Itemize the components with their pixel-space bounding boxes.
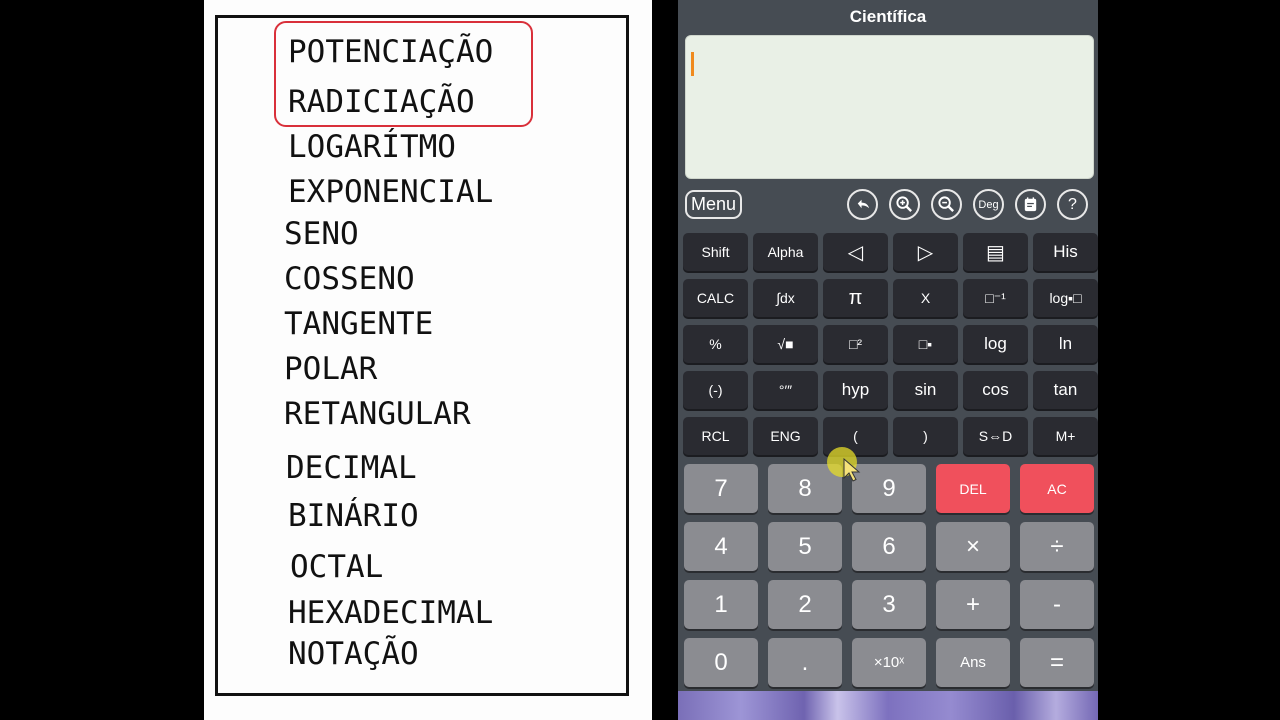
key-2-5[interactable]: ln [1033, 325, 1098, 363]
topic-seno: SENO [284, 216, 359, 252]
key-0-0[interactable]: 7 [684, 464, 758, 513]
topic-notacao: NOTAÇÃO [288, 636, 419, 672]
calculator-app: Científica Menu Deg ? Shift Alpha ◁ ▷ ▤ His CA… [678, 0, 1098, 720]
key-3-3[interactable]: Ans [936, 638, 1010, 687]
key-1-3[interactable]: × [936, 522, 1010, 571]
bottom-banner [678, 691, 1098, 720]
key-2-2[interactable]: □² [823, 325, 888, 363]
topic-potenciacao: POTENCIAÇÃO [288, 34, 494, 70]
topic-tangente: TANGENTE [284, 306, 434, 342]
key-4-4[interactable]: S⇔D [963, 417, 1028, 455]
key-4-1[interactable]: ENG [753, 417, 818, 455]
topic-binario: BINÁRIO [288, 498, 419, 534]
key-2-0[interactable]: % [683, 325, 748, 363]
key-del[interactable]: DEL [936, 464, 1010, 513]
menu-button[interactable]: Menu [685, 190, 742, 219]
key-3-0[interactable]: 0 [684, 638, 758, 687]
key-1-1[interactable]: 5 [768, 522, 842, 571]
key-1-5[interactable]: log▪□ [1033, 279, 1098, 317]
key-1-3[interactable]: X [893, 279, 958, 317]
topic-retangular: RETANGULAR [284, 396, 471, 432]
key-3-0[interactable]: (-) [683, 371, 748, 409]
key-2-1[interactable]: 2 [768, 580, 842, 629]
key-3-1[interactable]: °′″ [753, 371, 818, 409]
key-2-3[interactable]: □▪ [893, 325, 958, 363]
zoom-out-icon[interactable] [931, 189, 962, 220]
key-2-4[interactable]: - [1020, 580, 1094, 629]
key-1-2[interactable]: π [823, 279, 888, 317]
key-2-2[interactable]: 3 [852, 580, 926, 629]
key-0-3[interactable]: ▷ [893, 233, 958, 271]
key-0-1[interactable]: Alpha [753, 233, 818, 271]
key-2-0[interactable]: 1 [684, 580, 758, 629]
key-3-4[interactable]: = [1020, 638, 1094, 687]
key-1-2[interactable]: 6 [852, 522, 926, 571]
topic-cosseno: COSSENO [284, 261, 415, 297]
undo-icon[interactable] [847, 189, 878, 220]
topic-polar: POLAR [284, 351, 378, 387]
topic-slide: POTENCIAÇÃO RADICIAÇÃO LOGARÍTMO EXPONEN… [204, 0, 652, 720]
key-1-1[interactable]: ∫dx [753, 279, 818, 317]
key-3-3[interactable]: sin [893, 371, 958, 409]
angle-mode-icon[interactable]: Deg [973, 189, 1004, 220]
zoom-in-icon[interactable] [889, 189, 920, 220]
key-ac[interactable]: AC [1020, 464, 1094, 513]
key-4-5[interactable]: M+ [1033, 417, 1098, 455]
text-cursor [691, 52, 694, 76]
mouse-cursor-icon [843, 458, 861, 482]
topic-hexadecimal: HEXADECIMAL [288, 595, 494, 631]
key-3-4[interactable]: cos [963, 371, 1028, 409]
key-0-5[interactable]: His [1033, 233, 1098, 271]
key-4-0[interactable]: RCL [683, 417, 748, 455]
key-1-4[interactable]: ÷ [1020, 522, 1094, 571]
key-1-0[interactable]: CALC [683, 279, 748, 317]
topic-octal: OCTAL [290, 549, 384, 585]
key-1-4[interactable]: □⁻¹ [963, 279, 1028, 317]
topic-exponencial: EXPONENCIAL [288, 174, 494, 210]
topic-radiciacao: RADICIAÇÃO [288, 84, 475, 120]
key-0-4[interactable]: ▤ [963, 233, 1028, 271]
key-0-2[interactable]: 9 [852, 464, 926, 513]
key-3-2[interactable]: hyp [823, 371, 888, 409]
key-3-2[interactable]: ×10ˣ [852, 638, 926, 687]
key-2-1[interactable]: √■ [753, 325, 818, 363]
key-0-0[interactable]: Shift [683, 233, 748, 271]
key-3-1[interactable]: . [768, 638, 842, 687]
key-3-5[interactable]: tan [1033, 371, 1098, 409]
key-2-3[interactable]: + [936, 580, 1010, 629]
help-icon[interactable]: ? [1057, 189, 1088, 220]
key-4-3[interactable]: ) [893, 417, 958, 455]
notes-icon[interactable] [1015, 189, 1046, 220]
key-0-2[interactable]: ◁ [823, 233, 888, 271]
key-1-0[interactable]: 4 [684, 522, 758, 571]
key-2-4[interactable]: log [963, 325, 1028, 363]
topic-logaritmo: LOGARÍTMO [288, 129, 456, 165]
topic-decimal: DECIMAL [286, 450, 417, 486]
app-title: Científica [849, 7, 927, 26]
calculator-display[interactable] [685, 35, 1094, 179]
